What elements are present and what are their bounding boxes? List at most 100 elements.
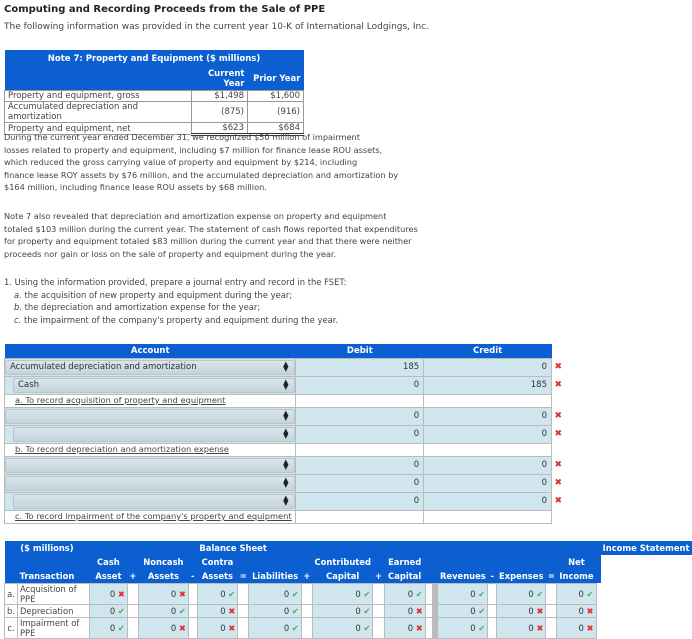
account-select[interactable]: Cash ▲ ▼ xyxy=(13,377,296,393)
credit-input[interactable]: 0 ✖ xyxy=(423,406,562,426)
fset-value-input[interactable]: 0 ✔ xyxy=(137,603,189,618)
operator xyxy=(425,569,433,583)
debit-input[interactable]: 0 xyxy=(295,455,425,475)
incorrect-icon: ✖ xyxy=(228,622,236,633)
journal-description-row: a. To record acquisition of property and… xyxy=(3,393,552,408)
fset-value-input[interactable]: 0 ✖ xyxy=(137,582,189,605)
journal-line: Cash ▲ ▼ 0 185 ✖ xyxy=(3,375,562,395)
fset-value-input[interactable]: 0 ✖ xyxy=(556,603,597,618)
incorrect-icon: ✖ xyxy=(554,361,562,372)
incorrect-icon: ✖ xyxy=(554,410,562,421)
account-select[interactable]: ▲ ▼ xyxy=(13,493,296,509)
fset-value-input[interactable]: 0 ✔ xyxy=(88,603,128,618)
entry-description: b. To record depreciation and amortizati… xyxy=(15,444,229,454)
income-statement-label: Income Statement xyxy=(600,541,692,555)
fset-value-input[interactable]: 0 ✖ xyxy=(556,616,597,639)
col-header-line2: Income xyxy=(556,569,597,583)
paragraph-impairment: During the current year ended December 3… xyxy=(4,132,399,193)
col-header-line1 xyxy=(248,555,302,569)
incorrect-icon: ✖ xyxy=(554,379,562,390)
fset-value-input[interactable]: 0 ✖ xyxy=(496,603,547,618)
fset-row: c. Impairment of PPE 0 ✔ 0 ✖ 0 ✖ 0 ✔ 0 ✔ 0 ✖ 0 … xyxy=(4,616,692,639)
journal-line: ▲ ▼ 0 0 ✖ xyxy=(3,455,562,475)
col-header-line1: Net xyxy=(556,555,597,569)
account-select[interactable]: Accumulated depreciation and amortizatio… xyxy=(5,359,296,375)
correct-icon: ✔ xyxy=(178,605,186,616)
incorrect-icon: ✖ xyxy=(554,495,562,506)
correct-icon: ✔ xyxy=(478,622,486,633)
fset-value-input[interactable]: 0 ✖ xyxy=(196,603,239,618)
incorrect-icon: ✖ xyxy=(415,622,423,633)
journal-description-row: b. To record depreciation and amortizati… xyxy=(3,442,552,457)
operator: = xyxy=(237,569,249,583)
row-label: Depreciation xyxy=(16,603,90,618)
account-select[interactable]: ▲ ▼ xyxy=(5,408,296,424)
col-header-line1: Contributed xyxy=(312,555,373,569)
account-select[interactable]: ▲ ▼ xyxy=(5,475,296,491)
credit-input[interactable]: 0 ✖ xyxy=(423,357,562,377)
credit-input[interactable]: 0 ✖ xyxy=(423,491,562,511)
fset-value-input[interactable]: 0 ✖ xyxy=(496,616,547,639)
debit-input[interactable]: 0 xyxy=(295,406,425,426)
incorrect-icon: ✖ xyxy=(554,459,562,470)
incorrect-icon: ✖ xyxy=(586,605,594,616)
fset-value-input[interactable]: 0 ✔ xyxy=(248,616,302,639)
account-select[interactable]: ▲ ▼ xyxy=(13,426,296,442)
fset-value-input[interactable]: 0 ✖ xyxy=(88,582,128,605)
fset-value-input[interactable]: 0 ✔ xyxy=(383,582,426,605)
select-arrows-icon: ▲ ▼ xyxy=(283,476,289,489)
col-header-line1: Contra xyxy=(197,555,238,569)
col-header-line2: Assets xyxy=(197,569,238,583)
credit-input[interactable]: 0 ✖ xyxy=(423,473,562,493)
fset-value-input[interactable]: 0 ✖ xyxy=(383,616,426,639)
header-debit: Debit xyxy=(295,344,424,358)
fset-value-input[interactable]: 0 ✖ xyxy=(383,603,426,618)
debit-input[interactable]: 0 xyxy=(295,491,425,511)
transaction-label: Transaction xyxy=(4,569,90,583)
page-title: Computing and Recording Proceeds from th… xyxy=(4,4,326,15)
fset-value-input[interactable]: 0 ✖ xyxy=(137,616,189,639)
operator: - xyxy=(487,569,497,583)
correct-icon: ✔ xyxy=(478,588,486,599)
credit-input[interactable]: 0 ✖ xyxy=(423,455,562,475)
incorrect-icon: ✖ xyxy=(415,605,423,616)
fset-value-input[interactable]: 0 ✔ xyxy=(311,603,374,618)
current-value: $1,498 xyxy=(191,90,248,102)
debit-input[interactable]: 0 xyxy=(295,473,425,493)
debit-input[interactable]: 0 xyxy=(295,375,425,395)
question-item-b: b. the depreciation and amortization exp… xyxy=(14,302,261,313)
account-select[interactable]: ▲ ▼ xyxy=(5,457,296,473)
debit-input[interactable]: 185 xyxy=(295,357,425,377)
fset-value-input[interactable]: 0 ✔ xyxy=(311,582,374,605)
col-header-line2: Capital xyxy=(384,569,426,583)
operator: + xyxy=(301,569,313,583)
fset-value-input[interactable]: 0 ✔ xyxy=(248,603,302,618)
account-value: Accumulated depreciation and amortizatio… xyxy=(10,362,197,372)
fset-value-input[interactable]: 0 ✔ xyxy=(88,616,128,639)
col-header-line2: Expenses xyxy=(496,569,546,583)
operator: = xyxy=(545,569,557,583)
debit-input[interactable]: 0 xyxy=(295,424,425,444)
fset-value-input[interactable]: 0 ✔ xyxy=(196,582,239,605)
incorrect-icon: ✖ xyxy=(117,588,125,599)
fset-value-input[interactable]: 0 ✔ xyxy=(496,582,547,605)
fset-value-input[interactable]: 0 ✔ xyxy=(248,582,302,605)
balance-sheet-label: Balance Sheet xyxy=(89,541,597,555)
fset-value-input[interactable]: 0 ✔ xyxy=(556,582,597,605)
credit-input[interactable]: 185 ✖ xyxy=(423,375,562,395)
operator: - xyxy=(188,569,198,583)
correct-icon: ✔ xyxy=(415,588,423,599)
note7-table: Note 7: Property and Equipment ($ millio… xyxy=(4,50,304,136)
row-letter: a. xyxy=(4,582,18,605)
row-label: Accumulated depreciation and amortizatio… xyxy=(4,101,192,123)
fset-value-input[interactable]: 0 ✔ xyxy=(311,616,374,639)
col-header-line1: Noncash xyxy=(138,555,189,569)
fset-value-input[interactable]: 0 ✔ xyxy=(437,603,489,618)
credit-input[interactable]: 0 ✖ xyxy=(423,424,562,444)
correct-icon: ✔ xyxy=(117,622,125,633)
correct-icon: ✔ xyxy=(291,622,299,633)
account-value: Cash xyxy=(18,380,39,390)
fset-value-input[interactable]: 0 ✔ xyxy=(437,582,489,605)
fset-value-input[interactable]: 0 ✖ xyxy=(196,616,239,639)
fset-value-input[interactable]: 0 ✔ xyxy=(437,616,489,639)
